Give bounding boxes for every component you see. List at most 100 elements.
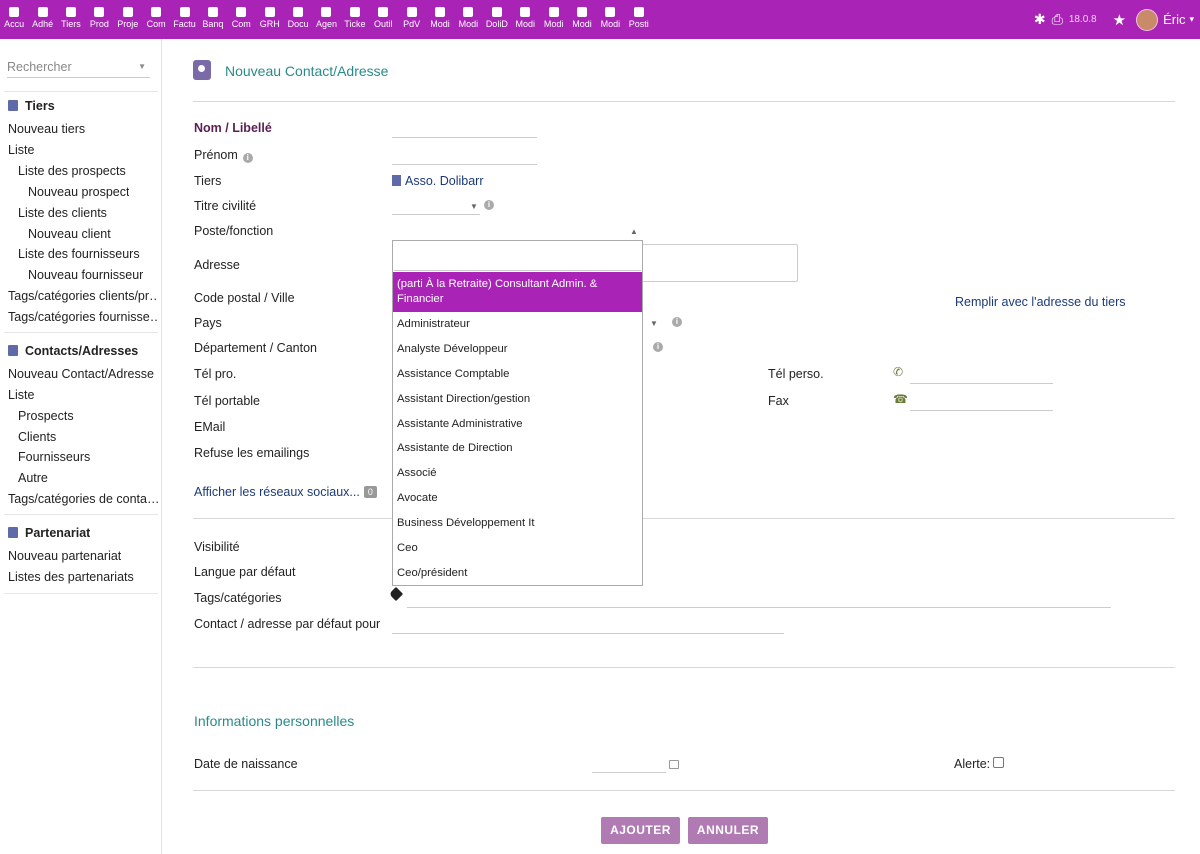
sidebar-item-suppliers-list[interactable]: Liste des fournisseurs xyxy=(18,247,140,261)
dropdown-search-input[interactable] xyxy=(394,242,641,271)
user-name[interactable]: Éric xyxy=(1163,12,1185,27)
dropdown-option[interactable]: (parti À la Retraite) Consultant Admin. … xyxy=(393,272,642,312)
menu-item-products[interactable]: Prod xyxy=(85,0,113,39)
fill-address-link[interactable]: Remplir avec l'adresse du tiers xyxy=(955,295,1126,309)
menu-item-commerce[interactable]: Com xyxy=(142,0,170,39)
menu-item-module-4[interactable]: Modi xyxy=(539,0,567,39)
alerte-checkbox[interactable] xyxy=(993,757,1004,768)
menu-item-hrm[interactable]: GRH xyxy=(256,0,284,39)
sidebar-item-partnerships-list[interactable]: Listes des partenariats xyxy=(8,570,134,584)
tel-perso-field[interactable] xyxy=(910,364,1053,384)
briefcase-icon xyxy=(151,7,162,17)
prenom-field[interactable] xyxy=(392,145,537,165)
sidebar-item-contacts-suppliers[interactable]: Fournisseurs xyxy=(18,450,90,464)
section-title-personal: Informations personnelles xyxy=(194,713,355,729)
menu-item-members[interactable]: Adhé xyxy=(28,0,56,39)
menu-item-bank[interactable]: Banq xyxy=(199,0,227,39)
dropdown-option[interactable]: Assistant Direction/gestion xyxy=(393,392,642,407)
poste-dropdown: (parti À la Retraite) Consultant Admin. … xyxy=(392,240,643,586)
menu-item-tools[interactable]: Outil xyxy=(369,0,397,39)
menu-item-agenda[interactable]: Agen xyxy=(312,0,340,39)
dropdown-option[interactable]: Associé xyxy=(393,466,642,481)
menu-item-module-3[interactable]: Modi xyxy=(511,0,539,39)
label-titre: Titre civilité xyxy=(194,199,257,213)
menu-item-module-2[interactable]: Modi xyxy=(454,0,482,39)
dropdown-option[interactable]: Administrateur xyxy=(393,317,642,332)
bug-icon[interactable]: ✱ xyxy=(1034,11,1046,28)
menu-item-module-6[interactable]: Modi xyxy=(596,0,624,39)
menu-item-accounting[interactable]: Com xyxy=(227,0,255,39)
printer-icon[interactable]: ⎙ xyxy=(1052,11,1063,28)
sidebar-item-new-prospect[interactable]: Nouveau prospect xyxy=(28,185,129,199)
menu-item-billing[interactable]: Factu xyxy=(170,0,198,39)
sidebar-item-new-client[interactable]: Nouveau client xyxy=(28,227,111,241)
caret-down-icon[interactable]: ▼ xyxy=(650,319,658,328)
menu-item-tiers[interactable]: Tiers xyxy=(57,0,85,39)
sidebar-item-tiers-list[interactable]: Liste xyxy=(8,143,34,157)
wrench-icon xyxy=(378,7,389,17)
dropdown-option[interactable]: Analyste Développeur xyxy=(393,342,642,357)
sidebar-item-contacts-other[interactable]: Autre xyxy=(18,471,48,485)
handshake-icon xyxy=(8,527,18,538)
sidebar-item-contacts-list[interactable]: Liste xyxy=(8,388,34,402)
menu-item-pos[interactable]: PdV xyxy=(397,0,425,39)
social-networks-link[interactable]: Afficher les réseaux sociaux... 0 xyxy=(194,485,377,499)
avatar[interactable] xyxy=(1136,8,1159,31)
adresse-textarea[interactable] xyxy=(640,244,798,282)
calendar-icon[interactable] xyxy=(669,760,679,769)
dropdown-option[interactable]: Assistante Administrative xyxy=(393,417,642,432)
titre-select[interactable] xyxy=(392,195,480,215)
search-input[interactable]: Rechercher ▼ xyxy=(7,60,150,78)
sidebar-item-contacts-prospects[interactable]: Prospects xyxy=(18,409,74,423)
envelope-icon xyxy=(633,7,644,17)
chevron-down-icon[interactable]: ▾ xyxy=(1189,14,1194,25)
label-tel-portable: Tél portable xyxy=(194,394,261,408)
star-icon[interactable]: ★ xyxy=(1113,11,1126,29)
dropdown-option[interactable]: Ceo xyxy=(393,541,642,556)
sidebar-item-new-tiers[interactable]: Nouveau tiers xyxy=(8,122,85,136)
dropdown-option[interactable]: Ceo/président xyxy=(393,566,642,581)
sidebar-head-contacts[interactable]: Contacts/Adresses xyxy=(8,344,138,358)
module-icon xyxy=(577,7,587,17)
tags-field[interactable] xyxy=(407,588,1111,608)
fax-field[interactable] xyxy=(910,391,1053,411)
sidebar-item-new-partnership[interactable]: Nouveau partenariat xyxy=(8,549,121,563)
phone-icon: ✆ xyxy=(893,365,904,379)
sidebar-item-prospects-list[interactable]: Liste des prospects xyxy=(18,164,126,178)
dropdown-option[interactable]: Business Développement It xyxy=(393,516,642,531)
person-icon xyxy=(264,7,275,17)
menu-item-dolid[interactable]: DoliD xyxy=(483,0,511,39)
divider xyxy=(193,101,1175,102)
dropdown-option[interactable]: Assistante de Direction xyxy=(393,441,642,456)
sidebar-item-tags-suppliers[interactable]: Tags/catégories fournisse… xyxy=(8,310,158,324)
sidebar-item-contacts-clients[interactable]: Clients xyxy=(18,430,56,444)
label-contact-defaut: Contact / adresse par défaut pour xyxy=(194,617,381,631)
menu-item-postit[interactable]: Posti xyxy=(625,0,653,39)
page-title: Nouveau Contact/Adresse xyxy=(225,63,389,79)
date-naissance-field[interactable] xyxy=(592,753,666,773)
menu-item-module-5[interactable]: Modi xyxy=(568,0,596,39)
dropdown-option[interactable]: Avocate xyxy=(393,491,642,506)
sidebar-head-tiers[interactable]: Tiers xyxy=(8,99,55,113)
menu-item-module-1[interactable]: Modi xyxy=(426,0,454,39)
label-poste: Poste/fonction xyxy=(194,224,274,238)
nom-field[interactable] xyxy=(392,118,537,138)
sidebar-head-partnership[interactable]: Partenariat xyxy=(8,526,90,540)
caret-up-icon[interactable]: ▲ xyxy=(630,227,638,236)
sidebar-item-new-supplier[interactable]: Nouveau fournisseur xyxy=(28,268,143,282)
sidebar-item-clients-list[interactable]: Liste des clients xyxy=(18,206,107,220)
menu-item-tickets[interactable]: Ticke xyxy=(341,0,369,39)
fax-icon: ☎ xyxy=(893,392,908,406)
cancel-button[interactable]: ANNULER xyxy=(688,817,768,844)
sidebar-item-new-contact[interactable]: Nouveau Contact/Adresse xyxy=(8,367,154,381)
caret-down-icon: ▼ xyxy=(470,202,478,211)
dropdown-option[interactable]: Assistance Comptable xyxy=(393,367,642,382)
contact-defaut-field[interactable] xyxy=(392,614,784,634)
sidebar-item-tags-clients[interactable]: Tags/catégories clients/pr… xyxy=(8,289,158,303)
sidebar-item-tags-contacts[interactable]: Tags/catégories de conta… xyxy=(8,492,158,506)
menu-item-home[interactable]: Accu xyxy=(0,0,28,39)
add-button[interactable]: AJOUTER xyxy=(601,817,680,844)
menu-item-documents[interactable]: Docu xyxy=(284,0,312,39)
menu-item-projects[interactable]: Proje xyxy=(114,0,142,39)
tiers-link[interactable]: Asso. Dolibarr xyxy=(392,174,484,188)
